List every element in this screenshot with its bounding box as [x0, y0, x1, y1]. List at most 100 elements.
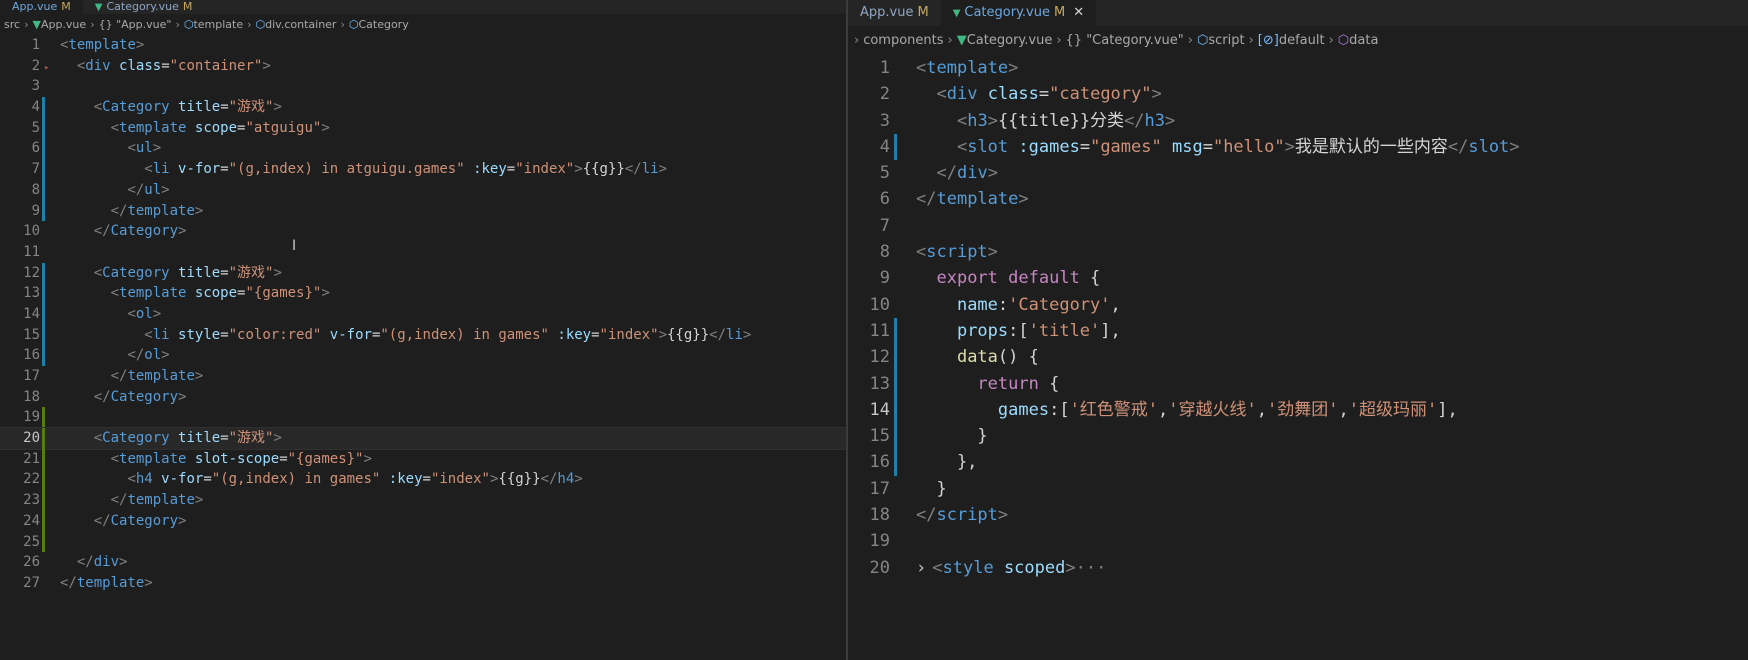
code-line[interactable]: 17 </template>: [0, 366, 846, 387]
code-line[interactable]: 8 </ul>: [0, 179, 846, 201]
code-line[interactable]: 20 › <style scoped>···: [848, 555, 1748, 581]
modified-line-marker[interactable]: [42, 179, 45, 201]
vue-icon: ▼: [956, 33, 967, 48]
added-line-marker[interactable]: [42, 428, 45, 449]
modified-line-marker[interactable]: [894, 344, 897, 371]
modified-line-marker[interactable]: [894, 449, 897, 476]
tab-app-vue-label: App.vue: [860, 5, 914, 20]
code-line[interactable]: 9 </template>: [0, 200, 846, 222]
breadcrumb-item[interactable]: App.vue: [41, 18, 86, 31]
code-line[interactable]: 14 <ol>: [0, 303, 846, 325]
code-line[interactable]: 7 <li v-for="(g,index) in atguigu.games"…: [0, 159, 846, 180]
code-line[interactable]: 27 </template>: [0, 573, 846, 594]
breadcrumb-item[interactable]: template: [193, 18, 243, 31]
code-line[interactable]: 3: [0, 76, 846, 97]
code-line[interactable]: 18 </Category>: [0, 387, 846, 408]
code-line[interactable]: 26 </div>: [0, 552, 846, 573]
code-line[interactable]: 5 <template scope="atguigu">: [0, 117, 846, 139]
breadcrumb-item[interactable]: div.container: [265, 18, 336, 31]
added-line-marker[interactable]: [42, 469, 45, 491]
code-text: data() {: [956, 347, 1039, 368]
modified-line-marker[interactable]: [42, 138, 45, 160]
modified-line-marker[interactable]: [42, 159, 45, 180]
code-line[interactable]: 15 }: [848, 423, 1748, 450]
breadcrumb-item[interactable]: Category: [358, 18, 408, 31]
code-line[interactable]: 16 </ol>: [0, 345, 846, 366]
modified-line-marker[interactable]: [894, 317, 897, 345]
deleted-line-marker[interactable]: ▸: [44, 58, 49, 79]
close-icon[interactable]: ✕: [1073, 5, 1084, 20]
code-line[interactable]: 16 },: [848, 449, 1748, 476]
code-line[interactable]: 19: [848, 528, 1748, 554]
breadcrumb-item[interactable]: script: [1208, 33, 1244, 48]
code-line[interactable]: 7: [848, 213, 1748, 239]
code-line[interactable]: 19: [0, 407, 846, 429]
code-editor[interactable]: 1 <template> 2 <div class="category"> 3 <h3…: [848, 55, 1748, 581]
tab-app-vue[interactable]: App.vue M: [0, 0, 83, 14]
modified-line-marker[interactable]: [894, 396, 897, 424]
code-line[interactable]: 15 <li style="color:red" v-for="(g,index…: [0, 324, 846, 346]
added-line-marker[interactable]: [42, 407, 45, 429]
modified-line-marker[interactable]: [42, 303, 45, 325]
breadcrumb-item[interactable]: {} "Category.vue": [1066, 33, 1184, 48]
code-line[interactable]: 2 <div class="category">: [848, 81, 1748, 107]
code-editor[interactable]: 1 <template> 2 ▸ <div class="container"> 3 4 …: [0, 35, 846, 594]
code-line[interactable]: 13 <template scope="{games}">: [0, 283, 846, 304]
code-line[interactable]: 13 return {: [848, 370, 1748, 397]
code-line[interactable]: 8 <script>: [848, 239, 1748, 265]
added-line-marker[interactable]: [42, 448, 45, 470]
code-line[interactable]: 22 <h4 v-for="(g,index) in games" :key="…: [0, 469, 846, 491]
code-line[interactable]: 20 <Category title="游戏">: [0, 427, 846, 450]
code-line[interactable]: 6 </template>: [848, 186, 1748, 212]
code-line[interactable]: 21 <template slot-scope="{games}">: [0, 448, 846, 470]
modified-line-marker[interactable]: [42, 97, 45, 118]
breadcrumb-item[interactable]: components: [863, 33, 943, 48]
code-line[interactable]: 24 </Category>: [0, 510, 846, 532]
code-line[interactable]: 1 <template>: [0, 35, 846, 56]
code-line[interactable]: 11: [0, 242, 846, 263]
code-line[interactable]: 6 <ul>: [0, 138, 846, 160]
modified-line-marker[interactable]: [894, 423, 897, 450]
added-line-marker[interactable]: [42, 510, 45, 532]
code-line[interactable]: 12 <Category title="游戏">: [0, 262, 846, 284]
code-line[interactable]: 2 ▸ <div class="container">: [0, 56, 846, 77]
modified-line-marker[interactable]: [42, 324, 45, 346]
code-line[interactable]: 4 <Category title="游戏">: [0, 97, 846, 118]
added-line-marker[interactable]: [42, 490, 45, 511]
code-line[interactable]: 23 </template>: [0, 490, 846, 511]
code-line[interactable]: 12 data() {: [848, 344, 1748, 371]
breadcrumb-item[interactable]: default: [1279, 33, 1325, 48]
tab-category-vue[interactable]: ▼ Category.vue M ✕: [940, 0, 1097, 26]
modified-line-marker[interactable]: [894, 133, 897, 161]
line-number: 23: [23, 492, 40, 509]
breadcrumb-item[interactable]: data: [1349, 33, 1378, 48]
code-line[interactable]: 4 <slot :games="games" msg="hello">我是默认的…: [848, 133, 1748, 161]
breadcrumb-item[interactable]: Category.vue: [967, 33, 1053, 48]
tab-app-vue[interactable]: App.vue M: [848, 0, 941, 26]
code-line[interactable]: 11 props:['title'],: [848, 317, 1748, 345]
added-line-marker[interactable]: [42, 531, 45, 553]
code-line[interactable]: 1 <template>: [848, 55, 1748, 81]
code-line[interactable]: 10 </Category>: [0, 221, 846, 242]
modified-line-marker[interactable]: [42, 262, 45, 284]
line-number: 17: [869, 478, 890, 499]
code-line[interactable]: 3 <h3>{{title}}分类</h3>: [848, 108, 1748, 134]
modified-line-marker[interactable]: [42, 283, 45, 304]
code-line[interactable]: 18 </script>: [848, 502, 1748, 528]
line-number: 22: [23, 471, 40, 488]
breadcrumb-item[interactable]: {} "App.vue": [99, 18, 172, 31]
tab-category-vue[interactable]: ▼ Category.vue M: [83, 0, 205, 14]
modified-line-marker[interactable]: [894, 370, 897, 397]
modified-line-marker[interactable]: [42, 117, 45, 139]
fold-chevron-icon[interactable]: ›: [916, 558, 926, 578]
code-line[interactable]: 5 </div>: [848, 160, 1748, 186]
modified-line-marker[interactable]: [42, 200, 45, 222]
line-number: 7: [31, 161, 40, 178]
code-line[interactable]: 9 export default {: [848, 265, 1748, 291]
modified-line-marker[interactable]: [42, 345, 45, 366]
code-line[interactable]: 25: [0, 531, 846, 553]
breadcrumb-item[interactable]: src: [4, 18, 20, 31]
code-line[interactable]: 14 games:['红色警戒','穿越火线','劲舞团','超级玛丽'],: [848, 396, 1748, 424]
code-line[interactable]: 17 }: [848, 476, 1748, 502]
code-line[interactable]: 10 name:'Category',: [848, 292, 1748, 318]
